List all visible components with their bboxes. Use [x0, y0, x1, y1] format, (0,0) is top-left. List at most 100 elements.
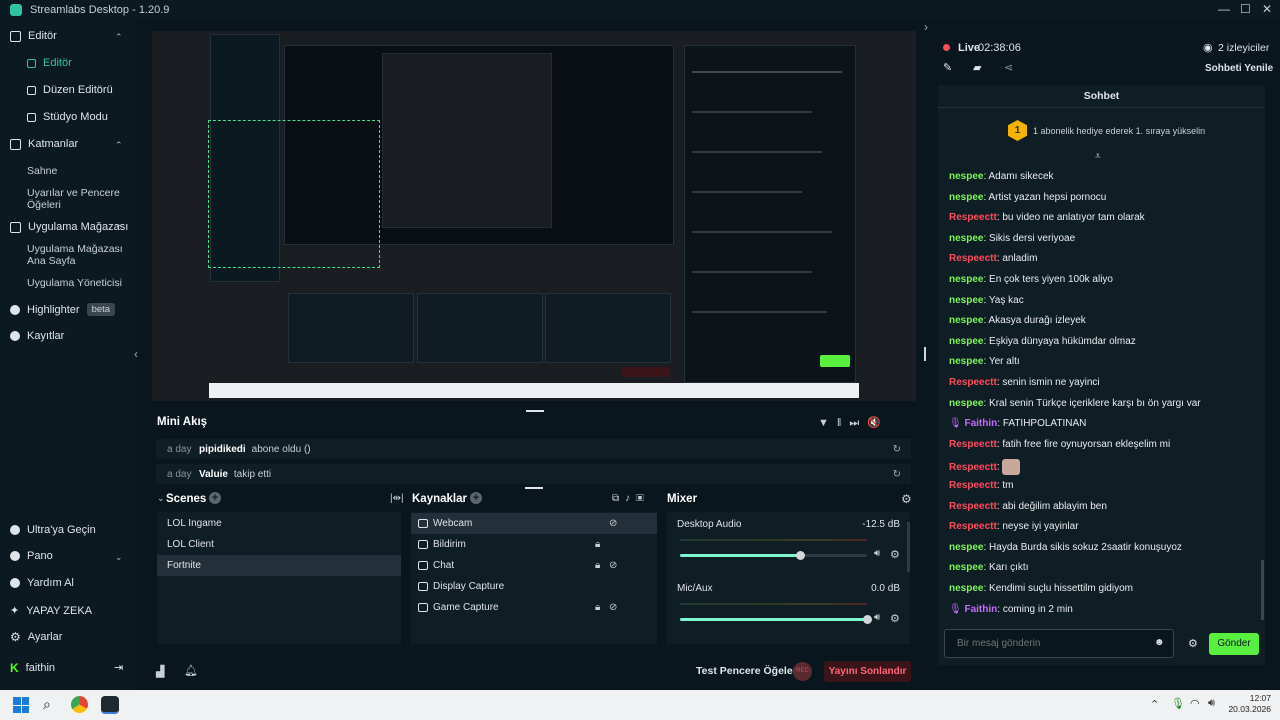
folder-icon[interactable]: ▰ — [973, 61, 981, 74]
sidebar-item-settings[interactable]: ⚙ Ayarlar — [10, 630, 62, 644]
sidebar-item-app-manager[interactable]: Uygulama Yöneticisi — [27, 277, 127, 289]
sidebar-item-ai[interactable]: ✦ YAPAY ZEKA — [10, 604, 92, 618]
gear-icon[interactable]: ⚙ — [890, 612, 900, 625]
chat-username[interactable]: nespee — [949, 315, 983, 326]
chat-username[interactable]: Respeectt — [949, 462, 997, 473]
end-stream-button[interactable]: Yayını Sonlandır — [824, 661, 911, 682]
scene-item[interactable]: LOL Client — [157, 534, 401, 555]
chat-username[interactable]: nespee — [949, 171, 983, 182]
chat-username[interactable]: nespee — [949, 295, 983, 306]
sidebar-group-app-store[interactable]: Uygulama Mağazası — [10, 221, 128, 233]
eye-off-icon[interactable]: ⊘ — [609, 560, 617, 571]
chevron-up-icon[interactable]: ⌃ — [115, 223, 123, 234]
minimize-icon[interactable]: — — [1218, 2, 1230, 16]
chevron-up-icon[interactable]: ⌃ — [1150, 698, 1159, 711]
maximize-icon[interactable]: ☐ — [1240, 2, 1251, 16]
sidebar-item-ultra[interactable]: Ultra'ya Geçin — [10, 524, 96, 536]
drag-handle[interactable] — [526, 410, 544, 412]
collapse-left-icon[interactable]: ‹ — [134, 347, 138, 361]
selection-box[interactable] — [208, 120, 380, 268]
chat-username[interactable]: nespee — [949, 562, 983, 573]
volume-slider[interactable] — [680, 615, 872, 624]
sidebar-group-layers[interactable]: Katmanlar — [10, 138, 78, 150]
chevron-right-icon[interactable]: › — [924, 20, 928, 34]
chat-username[interactable]: nespee — [949, 356, 983, 367]
sidebar-item-dashboard[interactable]: Pano — [10, 550, 53, 562]
sidebar-item-highlighter[interactable]: Highlighter beta — [10, 303, 116, 316]
mixer-scrollbar[interactable] — [907, 522, 910, 572]
sidebar-item-help[interactable]: Yardım Al — [10, 577, 74, 589]
chevron-down-icon[interactable]: ⩡ — [1095, 151, 1101, 162]
close-icon[interactable]: ✕ — [1262, 2, 1272, 16]
chat-username[interactable]: Faithin — [964, 418, 997, 429]
chrome-icon[interactable] — [71, 696, 88, 713]
search-icon[interactable]: ⌕ — [43, 696, 51, 713]
repeat-icon[interactable]: ↻ — [893, 444, 901, 455]
sidebar-item-recordings[interactable]: Kayıtlar — [10, 330, 64, 342]
gear-icon[interactable]: ⚙ — [1188, 637, 1198, 650]
chat-username[interactable]: nespee — [949, 192, 983, 203]
sidebar-item-app-store-home[interactable]: Uygulama Mağazası Ana Sayfa — [27, 243, 127, 267]
clock[interactable]: 12:07 20.03.2026 — [1226, 693, 1271, 715]
chat-username[interactable]: Respeectt — [949, 377, 997, 388]
send-button[interactable]: Gönder — [1209, 633, 1259, 655]
chat-username[interactable]: Respeectt — [949, 212, 997, 223]
windows-start-icon[interactable] — [13, 697, 29, 713]
add-source-icon[interactable]: + — [470, 492, 482, 504]
logout-icon[interactable]: ⇥ — [114, 661, 123, 674]
volume-icon[interactable]: 🔊︎ — [1208, 697, 1215, 710]
chat-username[interactable]: Respeectt — [949, 439, 997, 450]
lock-icon[interactable]: 🔒︎ — [595, 539, 600, 550]
sidebar-item-layout-editor[interactable]: Düzen Editörü — [27, 84, 113, 96]
add-scene-icon[interactable]: + — [209, 492, 221, 504]
sidebar-item-scene[interactable]: Sahne — [27, 165, 127, 177]
source-item[interactable]: Display Capture — [411, 576, 657, 597]
feed-controls[interactable]: ▼‖⏭🔇 — [818, 416, 889, 430]
refresh-chat-button[interactable]: Sohbeti Yenile — [1205, 63, 1273, 74]
eye-off-icon[interactable]: ⊘ — [609, 602, 617, 613]
sidebar-item-alerts[interactable]: Uyarılar ve Pencere Öğeleri — [27, 187, 127, 211]
chevron-up-icon[interactable]: ⌃ — [115, 32, 123, 43]
rec-button[interactable]: REC — [793, 662, 812, 681]
resize-handle[interactable] — [924, 347, 926, 361]
chat-scrollbar[interactable] — [1261, 560, 1264, 620]
source-item[interactable]: Webcam ⊘ — [411, 513, 657, 534]
speaker-icon[interactable]: 🔊︎ — [874, 612, 880, 623]
source-item[interactable]: Game Capture 🔒︎ ⊘ — [411, 597, 657, 618]
gear-icon[interactable]: ⚙ — [901, 492, 912, 506]
sidebar-item-editor[interactable]: Editör — [27, 57, 72, 69]
pencil-icon[interactable]: ✎ — [943, 61, 952, 74]
stream-preview[interactable] — [152, 31, 916, 401]
chat-username[interactable]: Respeectt — [949, 521, 997, 532]
chat-username[interactable]: nespee — [949, 542, 983, 553]
bell-icon[interactable]: 🔔︎ — [184, 664, 198, 677]
sidebar-group-editor[interactable]: Editör — [10, 30, 57, 42]
lock-icon[interactable]: 🔒︎ — [595, 602, 600, 613]
stats-icon[interactable]: ▟ — [156, 665, 164, 678]
test-widgets-button[interactable]: Test Pencere Öğeleri — [696, 665, 800, 677]
speaker-icon[interactable]: 🔊︎ — [874, 548, 880, 559]
drag-handle[interactable] — [525, 487, 543, 489]
sidebar-item-studio-mode[interactable]: Stüdyo Modu — [27, 111, 108, 123]
gear-icon[interactable]: ⚙ — [890, 548, 900, 561]
scene-transitions-icon[interactable]: |⇹| — [390, 493, 404, 504]
source-tools-icons[interactable]: ⧉♪▣ — [612, 493, 650, 504]
share-icon[interactable]: ⋖ — [1004, 61, 1013, 74]
slider-knob[interactable] — [795, 551, 805, 560]
lock-icon[interactable]: 🔒︎ — [595, 560, 600, 571]
chat-username[interactable]: nespee — [949, 274, 983, 285]
chat-username[interactable]: Respeectt — [949, 480, 997, 491]
chat-username[interactable]: nespee — [949, 336, 983, 347]
scene-item[interactable]: Fortnite — [157, 555, 401, 576]
chat-input[interactable] — [944, 629, 1174, 658]
chat-username[interactable]: Faithin — [964, 604, 997, 615]
sidebar-user[interactable]: Kfaithin — [10, 661, 55, 675]
eye-off-icon[interactable]: ⊘ — [609, 518, 617, 529]
chevron-down-icon[interactable]: ⌄ — [157, 493, 165, 504]
chat-username[interactable]: nespee — [949, 583, 983, 594]
streamlabs-taskbar-icon[interactable] — [101, 696, 119, 714]
chat-username[interactable]: Respeectt — [949, 253, 997, 264]
chat-username[interactable]: nespee — [949, 398, 983, 409]
source-item[interactable]: Chat 🔒︎ ⊘ — [411, 555, 657, 576]
source-item[interactable]: Bildirim 🔒︎ — [411, 534, 657, 555]
